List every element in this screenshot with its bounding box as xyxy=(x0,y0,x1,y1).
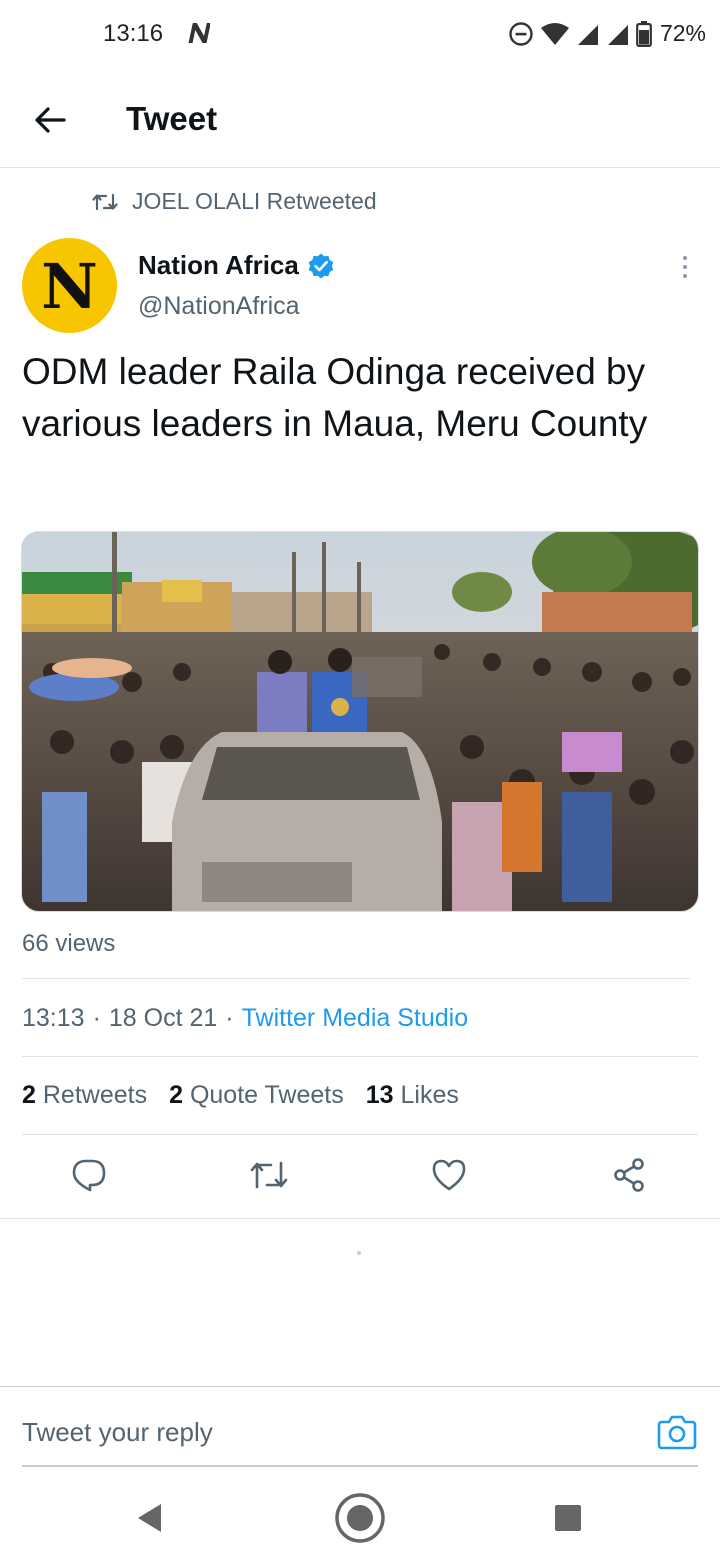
crowd-photo xyxy=(22,532,698,911)
reply-input[interactable] xyxy=(22,1417,582,1448)
tweet-text: ODM leader Raila Odinga received by vari… xyxy=(22,351,648,444)
battery-icon xyxy=(636,20,652,47)
divider xyxy=(22,1056,698,1057)
reply-icon xyxy=(72,1159,106,1192)
dnd-icon xyxy=(508,21,534,47)
status-icons: 72% xyxy=(508,20,706,47)
status-bar: 13:16 72% xyxy=(0,0,720,70)
signal-icon xyxy=(576,22,600,46)
quotes-label: Quote Tweets xyxy=(189,1081,344,1109)
avatar[interactable]: N xyxy=(22,238,117,333)
wifi-icon xyxy=(540,22,570,46)
retweet-button[interactable] xyxy=(246,1152,292,1198)
tweet-video[interactable] xyxy=(21,531,699,912)
likes-stat[interactable]: 13 Likes xyxy=(366,1081,459,1110)
nav-recents-button[interactable] xyxy=(542,1492,594,1544)
meta-separator-2: · xyxy=(225,1004,234,1032)
heart-icon xyxy=(432,1159,466,1191)
retweet-icon xyxy=(250,1161,288,1189)
like-button[interactable] xyxy=(426,1152,472,1198)
reply-bar xyxy=(0,1386,720,1468)
back-button[interactable] xyxy=(28,100,72,140)
divider xyxy=(22,1134,698,1135)
top-app-bar: Tweet xyxy=(0,70,720,168)
page-title: Tweet xyxy=(126,100,218,137)
avatar-letter: N xyxy=(41,249,98,323)
circle-home-icon xyxy=(335,1493,385,1543)
author-name: Nation Africa xyxy=(138,250,299,280)
divider xyxy=(22,978,690,979)
divider xyxy=(0,1218,720,1219)
arrow-left-icon xyxy=(35,107,66,133)
author-handle[interactable]: @NationAfrica xyxy=(138,292,300,321)
likes-label: Likes xyxy=(400,1081,459,1109)
retweet-context[interactable]: JOEL OLALI Retweeted xyxy=(92,188,377,215)
reply-underline xyxy=(22,1465,698,1467)
tweet-time: 13:13 xyxy=(22,1004,85,1032)
author-name-row[interactable]: Nation Africa xyxy=(138,250,335,281)
likes-count: 13 xyxy=(365,1081,394,1109)
view-count[interactable]: 66 views xyxy=(22,930,115,958)
tweet-date: 18 Oct 21 xyxy=(108,1004,218,1032)
signal-icon-2 xyxy=(606,22,630,46)
reply-button[interactable] xyxy=(66,1152,112,1198)
retweets-label: Retweets xyxy=(42,1081,148,1109)
meta-separator: · xyxy=(92,1004,101,1032)
square-recents-icon xyxy=(555,1505,581,1531)
retweet-context-label: JOEL OLALI Retweeted xyxy=(132,188,377,214)
verified-badge-icon xyxy=(308,253,334,278)
loading-dot xyxy=(357,1251,361,1255)
tweet-source-link[interactable]: Twitter Media Studio xyxy=(242,1004,469,1033)
nav-back-button[interactable] xyxy=(124,1492,176,1544)
more-vertical-icon xyxy=(683,256,687,260)
retweets-count: 2 xyxy=(22,1081,36,1109)
battery-percent: 72% xyxy=(659,20,706,46)
notification-n-icon xyxy=(186,22,211,49)
retweets-stat[interactable]: 2 Retweets xyxy=(22,1081,147,1110)
triangle-back-icon xyxy=(138,1504,161,1532)
nav-home-button[interactable] xyxy=(334,1492,386,1544)
camera-button[interactable] xyxy=(657,1413,697,1451)
tweet-meta: 13:13 · 18 Oct 21 · Twitter Media Studio xyxy=(22,1004,468,1033)
more-options-button[interactable] xyxy=(670,250,700,284)
system-nav-bar xyxy=(0,1470,720,1560)
camera-icon xyxy=(657,1415,697,1450)
retweet-icon xyxy=(92,193,118,210)
share-button[interactable] xyxy=(606,1152,652,1198)
quotes-count: 2 xyxy=(169,1081,183,1109)
tweet-actions xyxy=(0,1152,720,1202)
quotes-stat[interactable]: 2 Quote Tweets xyxy=(169,1081,344,1110)
status-time: 13:16 xyxy=(103,20,164,47)
share-icon xyxy=(614,1158,644,1192)
engagement-stats: 2 Retweets 2 Quote Tweets 13 Likes xyxy=(22,1081,459,1110)
